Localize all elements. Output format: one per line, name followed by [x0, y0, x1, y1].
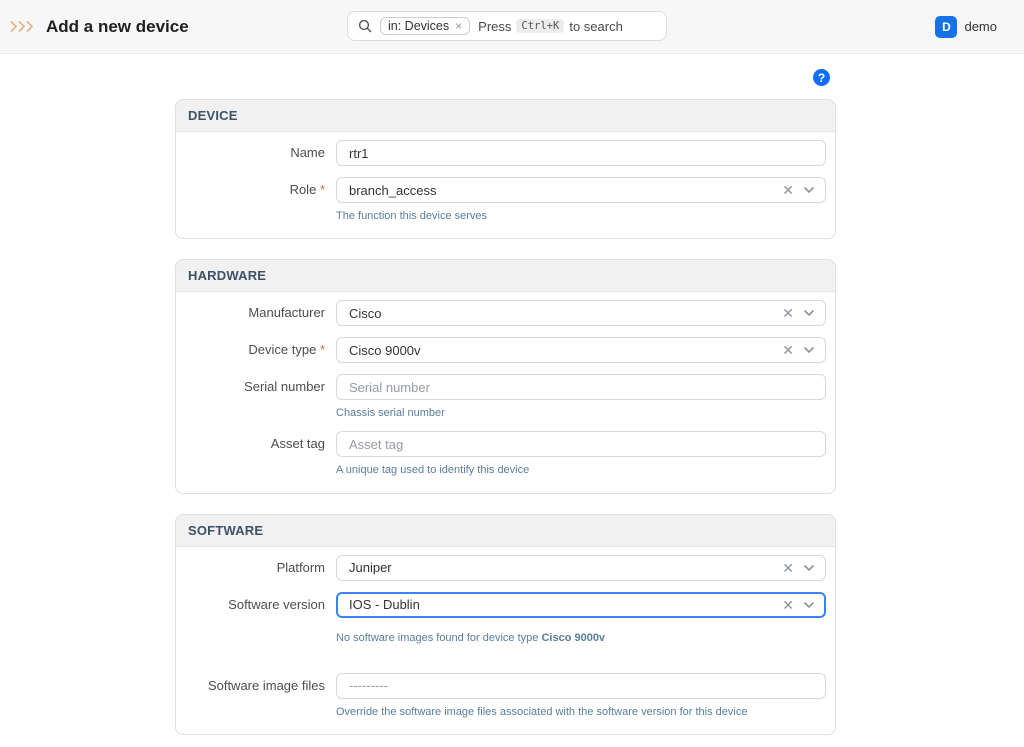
field-asset-tag: Asset tag A unique tag used to identify … — [188, 431, 826, 477]
chip-close-icon[interactable]: × — [455, 20, 462, 32]
device-card-header: DEVICE — [176, 100, 835, 132]
search-hint-suffix: to search — [569, 19, 622, 34]
help-icon[interactable]: ? — [813, 69, 830, 86]
device-card: DEVICE Name Role * bra — [175, 99, 836, 239]
required-asterisk: * — [320, 182, 325, 197]
user-menu[interactable]: D demo — [935, 0, 997, 53]
title-group: Add a new device — [10, 0, 189, 53]
platform-select[interactable]: Juniper ✕ — [336, 555, 826, 581]
hardware-card: HARDWARE Manufacturer Cisco ✕ — [175, 259, 836, 493]
search-hint-press: Press — [478, 19, 511, 34]
chevron-down-icon[interactable] — [803, 186, 815, 194]
platform-label: Platform — [277, 560, 325, 575]
asset-tag-input[interactable] — [336, 431, 826, 457]
software-card-header: SOFTWARE — [176, 515, 835, 547]
user-name: demo — [964, 19, 997, 34]
software-version-label: Software version — [228, 597, 325, 612]
manufacturer-select[interactable]: Cisco ✕ — [336, 300, 826, 326]
avatar[interactable]: D — [935, 16, 957, 38]
clear-icon[interactable]: ✕ — [776, 598, 803, 612]
chevron-down-icon[interactable] — [803, 309, 815, 317]
hardware-card-header: HARDWARE — [176, 260, 835, 292]
software-version-help: No software images found for device type… — [336, 632, 826, 645]
software-card: SOFTWARE Platform Juniper ✕ — [175, 514, 836, 735]
name-input[interactable] — [336, 140, 826, 166]
chevron-down-icon[interactable] — [803, 346, 815, 354]
role-label: Role — [290, 182, 317, 197]
topbar: Add a new device in: Devices × Press Ctr… — [0, 0, 1024, 54]
chevron-down-icon[interactable] — [803, 601, 815, 609]
required-asterisk: * — [320, 342, 325, 357]
device-type-label: Device type — [248, 342, 316, 357]
field-name: Name — [188, 140, 826, 166]
software-image-files-input[interactable] — [336, 673, 826, 699]
software-version-help-device-type: Cisco 9000v — [541, 632, 605, 644]
clear-icon[interactable]: ✕ — [776, 183, 803, 197]
software-version-select[interactable]: IOS - Dublin ✕ — [336, 592, 826, 618]
search-hint: Press Ctrl+K to search — [478, 19, 623, 34]
field-platform: Platform Juniper ✕ — [188, 555, 826, 581]
breadcrumb-chevrons-icon — [10, 20, 36, 33]
device-type-select[interactable]: Cisco 9000v ✕ — [336, 337, 826, 363]
field-role: Role * branch_access ✕ The function this… — [188, 177, 826, 223]
asset-tag-label: Asset tag — [271, 436, 325, 451]
clear-icon[interactable]: ✕ — [776, 306, 803, 320]
search-filter-chip[interactable]: in: Devices × — [380, 17, 470, 35]
field-manufacturer: Manufacturer Cisco ✕ — [188, 300, 826, 326]
global-search-input[interactable]: in: Devices × Press Ctrl+K to search — [347, 11, 667, 41]
software-image-files-help: Override the software image files associ… — [336, 706, 826, 719]
manufacturer-label: Manufacturer — [248, 305, 325, 320]
chevron-down-icon[interactable] — [803, 564, 815, 572]
serial-number-label: Serial number — [244, 379, 325, 394]
field-software-image-files: Software image files Override the softwa… — [188, 673, 826, 719]
software-image-files-label: Software image files — [208, 678, 325, 693]
page-title: Add a new device — [46, 17, 189, 37]
role-select[interactable]: branch_access ✕ — [336, 177, 826, 203]
kbd-shortcut: Ctrl+K — [516, 19, 564, 33]
field-serial-number: Serial number Chassis serial number — [188, 374, 826, 420]
search-filter-chip-label: in: Devices — [388, 19, 449, 33]
role-help: The function this device serves — [336, 210, 826, 223]
asset-tag-help: A unique tag used to identify this devic… — [336, 464, 826, 477]
field-device-type: Device type * Cisco 9000v ✕ — [188, 337, 826, 363]
search-icon — [358, 19, 372, 33]
clear-icon[interactable]: ✕ — [776, 343, 803, 357]
clear-icon[interactable]: ✕ — [776, 561, 803, 575]
name-label: Name — [290, 145, 325, 160]
form-cards: DEVICE Name Role * bra — [175, 99, 836, 747]
field-software-version: Software version IOS - Dublin ✕ No softw… — [188, 592, 826, 645]
serial-number-help: Chassis serial number — [336, 407, 826, 420]
serial-number-input[interactable] — [336, 374, 826, 400]
